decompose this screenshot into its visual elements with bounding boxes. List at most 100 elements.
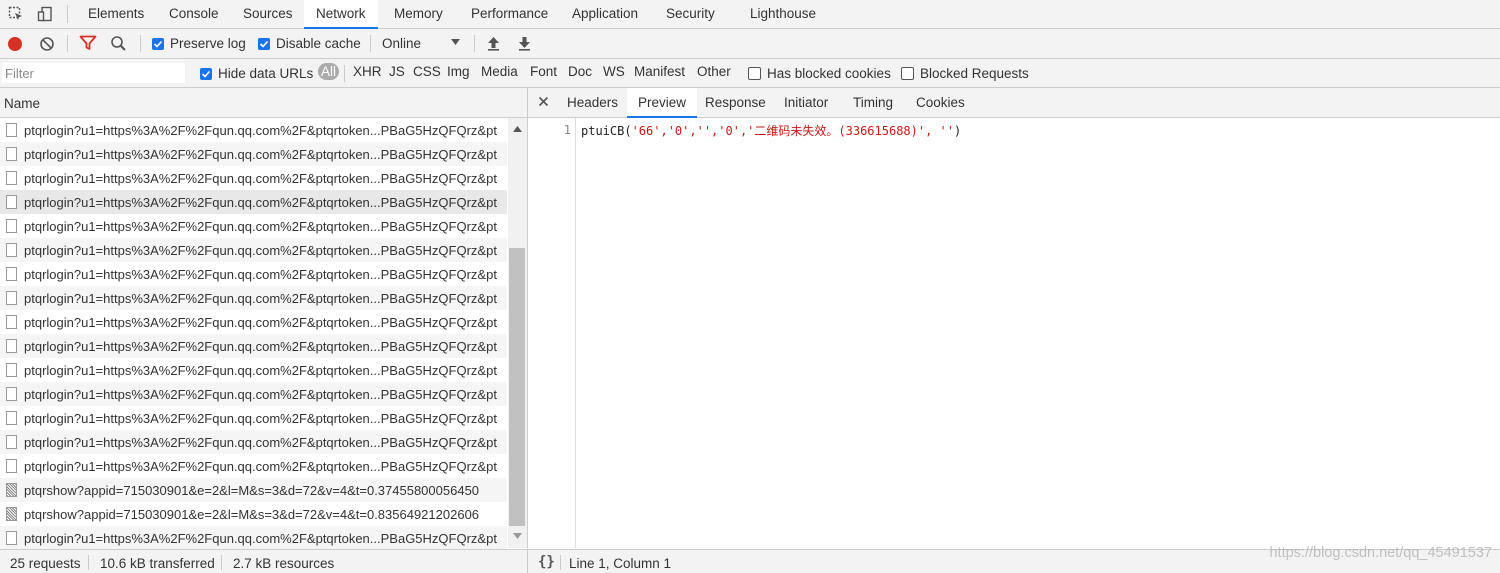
request-row[interactable]: ptqrlogin?u1=https%3A%2F%2Fqun.qq.com%2F… (0, 406, 507, 430)
request-rows: ptqrlogin?u1=https%3A%2F%2Fqun.qq.com%2F… (0, 118, 507, 550)
request-name: ptqrlogin?u1=https%3A%2F%2Fqun.qq.com%2F… (24, 458, 497, 474)
throttling-select[interactable]: Online (382, 36, 464, 51)
request-row[interactable]: ptqrshow?appid=715030901&e=2&l=M&s=3&d=7… (0, 478, 507, 502)
type-filter-img[interactable]: Img (447, 64, 470, 79)
type-filter-font[interactable]: Font (530, 64, 557, 79)
request-row[interactable]: ptqrlogin?u1=https%3A%2F%2Fqun.qq.com%2F… (0, 454, 507, 478)
request-row[interactable]: ptqrlogin?u1=https%3A%2F%2Fqun.qq.com%2F… (0, 118, 507, 142)
close-icon (538, 96, 549, 107)
type-filter-other[interactable]: Other (697, 64, 731, 79)
tab-sources[interactable]: Sources (235, 0, 301, 28)
request-name: ptqrlogin?u1=https%3A%2F%2Fqun.qq.com%2F… (24, 194, 497, 210)
filter-input[interactable] (2, 63, 185, 83)
image-file-icon (6, 483, 17, 497)
tab-timing[interactable]: Timing (842, 88, 904, 117)
request-name: ptqrshow?appid=715030901&e=2&l=M&s=3&d=7… (24, 482, 480, 498)
request-name: ptqrlogin?u1=https%3A%2F%2Fqun.qq.com%2F… (24, 146, 497, 162)
request-row[interactable]: ptqrlogin?u1=https%3A%2F%2Fqun.qq.com%2F… (0, 430, 507, 454)
type-filter-doc[interactable]: Doc (568, 64, 592, 79)
watermark: https://blog.csdn.net/qq_45491537 (1269, 545, 1492, 561)
type-filter-xhr[interactable]: XHR (353, 64, 382, 79)
disable-cache-checkbox[interactable]: Disable cache (258, 36, 361, 51)
document-file-icon (6, 435, 17, 449)
tab-memory[interactable]: Memory (386, 0, 451, 28)
request-row[interactable]: ptqrlogin?u1=https%3A%2F%2Fqun.qq.com%2F… (0, 310, 507, 334)
request-row[interactable]: ptqrlogin?u1=https%3A%2F%2Fqun.qq.com%2F… (0, 286, 507, 310)
tab-cookies[interactable]: Cookies (905, 88, 976, 117)
document-file-icon (6, 147, 17, 161)
scroll-down-arrow-icon[interactable] (513, 533, 522, 539)
request-list-scrollbar[interactable] (508, 118, 527, 548)
preserve-log-checkbox[interactable]: Preserve log (152, 36, 246, 51)
request-name: ptqrlogin?u1=https%3A%2F%2Fqun.qq.com%2F… (24, 290, 497, 306)
name-column-header[interactable]: Name (0, 88, 527, 118)
tab-preview[interactable]: Preview (627, 88, 698, 118)
request-row[interactable]: ptqrlogin?u1=https%3A%2F%2Fqun.qq.com%2F… (0, 238, 507, 262)
response-code-line[interactable]: ptuiCB('66','0','','0','二维码未失效。(33661568… (581, 122, 961, 139)
type-filter-manifest[interactable]: Manifest (634, 64, 685, 79)
filter-toggle-button[interactable] (79, 35, 97, 51)
hide-data-urls-label: Hide data URLs (218, 66, 314, 81)
request-row[interactable]: ptqrlogin?u1=https%3A%2F%2Fqun.qq.com%2F… (0, 526, 507, 550)
has-blocked-cookies-label: Has blocked cookies (767, 66, 891, 81)
request-list: Name ptqrlogin?u1=https%3A%2F%2Fqun.qq.c… (0, 88, 528, 550)
scroll-up-arrow-icon[interactable] (513, 126, 522, 132)
separator (370, 35, 371, 52)
export-har-button[interactable] (517, 36, 532, 51)
search-icon (111, 36, 126, 51)
type-filter-js[interactable]: JS (389, 64, 405, 79)
request-name: ptqrlogin?u1=https%3A%2F%2Fqun.qq.com%2F… (24, 314, 497, 330)
has-blocked-cookies-checkbox[interactable]: Has blocked cookies (748, 66, 891, 81)
request-name: ptqrlogin?u1=https%3A%2F%2Fqun.qq.com%2F… (24, 386, 497, 402)
type-filter-media[interactable]: Media (481, 64, 518, 79)
import-har-button[interactable] (486, 36, 501, 51)
resources-size: 2.7 kB resources (233, 556, 335, 571)
request-name: ptqrlogin?u1=https%3A%2F%2Fqun.qq.com%2F… (24, 434, 497, 450)
pretty-print-button[interactable]: {} (538, 554, 555, 570)
search-button[interactable] (110, 35, 127, 52)
request-row[interactable]: ptqrlogin?u1=https%3A%2F%2Fqun.qq.com%2F… (0, 334, 507, 358)
blocked-requests-checkbox[interactable]: Blocked Requests (901, 66, 1029, 81)
request-name: ptqrlogin?u1=https%3A%2F%2Fqun.qq.com%2F… (24, 218, 497, 234)
type-filter-all[interactable]: All (318, 63, 340, 80)
tab-application[interactable]: Application (564, 0, 646, 28)
type-filter-ws[interactable]: WS (603, 64, 625, 79)
tab-response[interactable]: Response (694, 88, 777, 117)
request-row[interactable]: ptqrlogin?u1=https%3A%2F%2Fqun.qq.com%2F… (0, 166, 507, 190)
request-name: ptqrlogin?u1=https%3A%2F%2Fqun.qq.com%2F… (24, 362, 497, 378)
request-row[interactable]: ptqrlogin?u1=https%3A%2F%2Fqun.qq.com%2F… (0, 190, 507, 214)
request-row[interactable]: ptqrshow?appid=715030901&e=2&l=M&s=3&d=7… (0, 502, 507, 526)
request-row[interactable]: ptqrlogin?u1=https%3A%2F%2Fqun.qq.com%2F… (0, 262, 507, 286)
scrollbar-thumb[interactable] (509, 248, 525, 526)
record-icon (8, 37, 22, 51)
record-button[interactable] (7, 36, 23, 52)
close-detail-button[interactable] (538, 95, 549, 110)
separator (344, 65, 345, 82)
checkbox-unchecked-icon (901, 67, 914, 80)
tab-headers[interactable]: Headers (556, 88, 629, 117)
tab-network[interactable]: Network (304, 0, 378, 29)
inspect-element-icon[interactable] (6, 4, 26, 24)
request-name: ptqrlogin?u1=https%3A%2F%2Fqun.qq.com%2F… (24, 266, 497, 282)
preserve-log-label: Preserve log (170, 36, 246, 51)
request-row[interactable]: ptqrlogin?u1=https%3A%2F%2Fqun.qq.com%2F… (0, 382, 507, 406)
type-filter-css[interactable]: CSS (413, 64, 441, 79)
request-row[interactable]: ptqrlogin?u1=https%3A%2F%2Fqun.qq.com%2F… (0, 142, 507, 166)
tab-elements[interactable]: Elements (80, 0, 152, 28)
dropdown-arrow-icon (451, 39, 460, 45)
disable-cache-label: Disable cache (276, 36, 361, 51)
tab-console[interactable]: Console (161, 0, 227, 28)
document-file-icon (6, 243, 17, 257)
hide-data-urls-checkbox[interactable]: Hide data URLs (200, 66, 313, 81)
device-toggle-icon[interactable] (35, 4, 55, 24)
line-number: 1 (563, 123, 571, 137)
request-row[interactable]: ptqrlogin?u1=https%3A%2F%2Fqun.qq.com%2F… (0, 358, 507, 382)
request-row[interactable]: ptqrlogin?u1=https%3A%2F%2Fqun.qq.com%2F… (0, 214, 507, 238)
clear-button[interactable] (39, 36, 55, 52)
tab-lighthouse[interactable]: Lighthouse (742, 0, 824, 28)
code-close-paren: ) (954, 124, 962, 138)
document-file-icon (6, 387, 17, 401)
tab-security[interactable]: Security (658, 0, 723, 28)
tab-performance[interactable]: Performance (463, 0, 556, 28)
tab-initiator[interactable]: Initiator (773, 88, 839, 117)
